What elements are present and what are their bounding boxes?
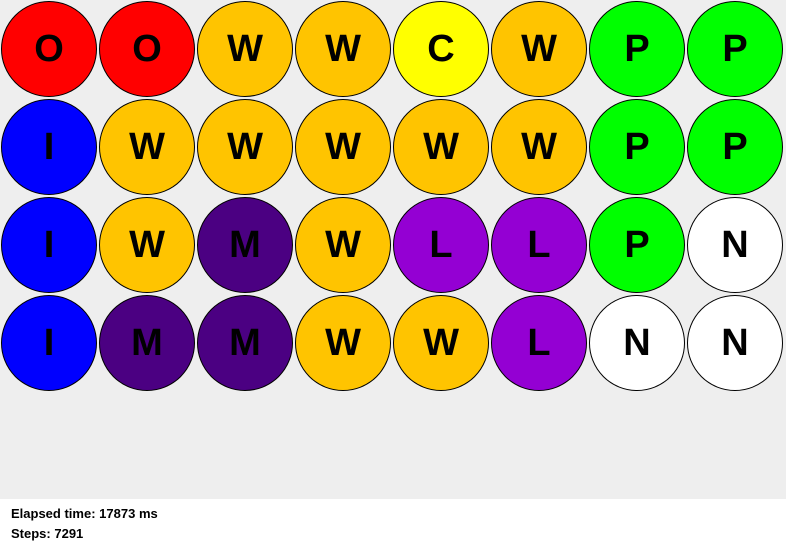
- board-cell: W: [295, 197, 391, 293]
- board-cell: O: [1, 1, 97, 97]
- board-cell: N: [589, 295, 685, 391]
- board-cell: P: [589, 1, 685, 97]
- board-cell: W: [491, 99, 587, 195]
- board-cell: L: [491, 295, 587, 391]
- board-cell: W: [295, 295, 391, 391]
- board-cell: M: [197, 197, 293, 293]
- board-cell: W: [197, 1, 293, 97]
- board-cell: W: [491, 1, 587, 97]
- board-cell: N: [687, 295, 783, 391]
- elapsed-time-line: Elapsed time: 17873 ms: [11, 506, 158, 526]
- board-cell: W: [295, 1, 391, 97]
- elapsed-time-value: 17873: [99, 506, 136, 521]
- board-cell: W: [295, 99, 391, 195]
- steps-value: 7291: [54, 526, 84, 541]
- board-cell: I: [1, 197, 97, 293]
- board-cell: P: [589, 99, 685, 195]
- puzzle-board: OOWWCWPPIWWWWWPPIWMWLLPNIMMWWLNN: [0, 0, 786, 499]
- board-cell: W: [99, 99, 195, 195]
- board-cell: L: [491, 197, 587, 293]
- board-cell: I: [1, 99, 97, 195]
- board-cell: P: [589, 197, 685, 293]
- board-cell: W: [99, 197, 195, 293]
- board-cell: P: [687, 1, 783, 97]
- board-cell: M: [197, 295, 293, 391]
- steps-label: Steps:: [11, 526, 51, 541]
- board-cell: W: [197, 99, 293, 195]
- board-cell: W: [393, 99, 489, 195]
- board-cell: C: [393, 1, 489, 97]
- board-cell: O: [99, 1, 195, 97]
- board-cell: W: [393, 295, 489, 391]
- board-cell: N: [687, 197, 783, 293]
- elapsed-time-label: Elapsed time:: [11, 506, 96, 521]
- board-cell: I: [1, 295, 97, 391]
- steps-line: Steps: 7291: [11, 526, 158, 546]
- board-cell: P: [687, 99, 783, 195]
- board-cell: L: [393, 197, 489, 293]
- status-panel: Elapsed time: 17873 ms Steps: 7291: [11, 506, 158, 546]
- board-cell: M: [99, 295, 195, 391]
- elapsed-time-unit: ms: [138, 506, 158, 521]
